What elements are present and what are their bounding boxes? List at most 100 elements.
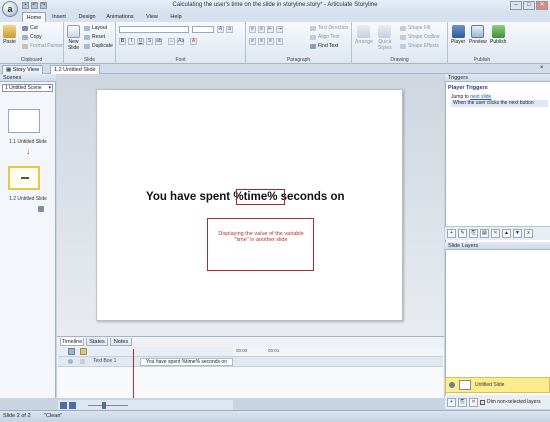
align-text-button[interactable]: Align Text: [310, 34, 340, 40]
underline-icon[interactable]: U: [137, 38, 144, 45]
variables-icon[interactable]: x: [524, 229, 533, 238]
quick-access-toolbar: ▪ ↶ ↷: [22, 2, 47, 9]
numbering-icon[interactable]: ≡: [258, 26, 265, 33]
shape-outline-button[interactable]: Shape Outline: [400, 34, 440, 40]
stop-icon[interactable]: [69, 402, 76, 409]
layout-button[interactable]: Layout: [84, 25, 107, 31]
new-layer-icon[interactable]: +: [447, 397, 456, 407]
decrease-indent-icon[interactable]: ⇤: [267, 26, 274, 33]
save-icon[interactable]: ▪: [22, 2, 29, 9]
publish-button[interactable]: Publish: [490, 25, 506, 45]
case-icon[interactable]: Aa: [177, 38, 184, 45]
shape-fill-button[interactable]: Shape Fill: [400, 25, 430, 31]
justify-icon[interactable]: ≡: [276, 38, 283, 45]
layer-thumbnail: [459, 380, 471, 390]
move-up-icon[interactable]: ▲: [502, 229, 511, 238]
bullets-icon[interactable]: ≡: [249, 26, 256, 33]
tab-help[interactable]: Help: [168, 12, 184, 22]
scene-dropdown[interactable]: 1 Untitled Scene ▾: [2, 84, 53, 92]
grow-font-icon[interactable]: A: [217, 26, 224, 33]
shape-effects-button[interactable]: Shape Effects: [400, 43, 439, 49]
ruler-tick-label: 00:01: [268, 348, 280, 353]
layer-visibility-icon[interactable]: [449, 382, 455, 388]
font-size-combo[interactable]: [192, 26, 214, 33]
eye-icon[interactable]: [68, 348, 75, 355]
shadow-icon[interactable]: S: [146, 38, 153, 45]
timeline-playhead[interactable]: [133, 349, 134, 398]
edit-trigger-icon[interactable]: ✎: [458, 229, 467, 238]
undo-icon[interactable]: ↶: [31, 2, 38, 9]
tab-home[interactable]: Home: [22, 12, 46, 22]
clipboard-group: Paste Cut Copy Format Painter Clipboard: [0, 22, 64, 64]
delete-layer-icon[interactable]: ✕: [469, 397, 478, 407]
shrink-font-icon[interactable]: a: [226, 26, 233, 33]
zoom-slider-thumb[interactable]: [102, 402, 106, 409]
brush-icon: [22, 43, 28, 49]
font-family-combo[interactable]: [119, 26, 189, 33]
triggers-toolbar: + ✎ ⎘ ▤ ✕ ▲ ▼ x: [445, 226, 550, 240]
tab-insert[interactable]: Insert: [50, 12, 68, 22]
italic-icon[interactable]: I: [128, 38, 135, 45]
maximize-icon[interactable]: □: [523, 1, 535, 10]
binoculars-icon: [310, 43, 316, 49]
tab-story-view[interactable]: ▦ Story View: [2, 65, 43, 74]
tab-animations[interactable]: Animations: [104, 12, 136, 22]
delete-trigger-icon[interactable]: ✕: [491, 229, 500, 238]
find-text-button[interactable]: Find Text: [310, 43, 338, 49]
slide-stage[interactable]: [96, 89, 403, 321]
format-painter-button[interactable]: Format Painter: [22, 43, 63, 49]
lock-icon[interactable]: [80, 348, 87, 355]
base-layer-row[interactable]: Untitled Slide: [445, 377, 550, 393]
play-icon[interactable]: [60, 402, 67, 409]
dim-layers-checkbox[interactable]: ✓: [480, 399, 485, 405]
close-icon[interactable]: ✕: [536, 1, 548, 10]
tab-view[interactable]: View: [144, 12, 160, 22]
copy-trigger-icon[interactable]: ⎘: [469, 229, 478, 238]
tab-states[interactable]: States: [86, 338, 108, 346]
duplicate-button[interactable]: Duplicate: [84, 43, 113, 49]
slide-thumbnail-2[interactable]: [8, 166, 40, 190]
quick-styles-button[interactable]: Quick Styles: [378, 25, 392, 51]
slide-layers-header: Slide Layers: [445, 242, 550, 250]
tab-current-slide[interactable]: 1.2 Untitled Slide: [50, 65, 100, 74]
timeline-object-bar[interactable]: You have spent %time% seconds on: [140, 358, 233, 366]
tab-timeline[interactable]: Timeline: [60, 338, 84, 346]
copy-button[interactable]: Copy: [22, 34, 42, 40]
paste-trigger-icon[interactable]: ▤: [480, 229, 489, 238]
align-center-icon[interactable]: ≡: [258, 38, 265, 45]
tab-notes[interactable]: Notes: [110, 338, 132, 346]
cut-button[interactable]: Cut: [22, 25, 38, 31]
row-lock-icon[interactable]: [80, 359, 85, 364]
arrange-button[interactable]: Arrange: [355, 25, 373, 45]
redo-icon[interactable]: ↷: [40, 2, 47, 9]
drawing-group: Arrange Quick Styles Shape Fill Shape Ou…: [352, 22, 448, 64]
trigger-condition[interactable]: When the user clicks the next button: [451, 100, 548, 107]
zoom-slider[interactable]: [88, 405, 128, 406]
move-down-icon[interactable]: ▼: [513, 229, 522, 238]
slide-thumbnail-1[interactable]: [8, 109, 40, 133]
minimize-icon[interactable]: –: [510, 1, 522, 10]
close-doc-tab-icon[interactable]: ×: [540, 65, 544, 71]
align-left-icon[interactable]: ≡: [249, 38, 256, 45]
tab-design[interactable]: Design: [76, 12, 98, 22]
player-button[interactable]: Player: [451, 25, 465, 45]
preview-button[interactable]: Preview: [469, 25, 487, 45]
row-visibility-icon[interactable]: [68, 359, 73, 364]
new-slide-button[interactable]: New Slide: [67, 25, 80, 51]
reset-button[interactable]: Reset: [84, 34, 105, 40]
duplicate-layer-icon[interactable]: ⎘: [458, 397, 467, 407]
spacing-icon[interactable]: ↔: [168, 38, 175, 45]
font-color-icon[interactable]: A: [190, 38, 197, 45]
new-trigger-icon[interactable]: +: [447, 229, 456, 238]
trigger-indicator-icon: [38, 206, 44, 212]
slide-layers-panel: [445, 248, 550, 398]
timeline-row[interactable]: Text Box 1: [58, 357, 443, 367]
strike-icon[interactable]: ab: [155, 38, 162, 45]
paste-button[interactable]: Paste: [3, 25, 16, 45]
app-menu-button[interactable]: a: [2, 1, 18, 17]
align-right-icon[interactable]: ≡: [267, 38, 274, 45]
text-direction-button[interactable]: Text Direction: [310, 25, 348, 31]
bold-icon[interactable]: B: [119, 38, 126, 45]
text-direction-icon: [310, 25, 316, 31]
increase-indent-icon[interactable]: ⇥: [276, 26, 283, 33]
